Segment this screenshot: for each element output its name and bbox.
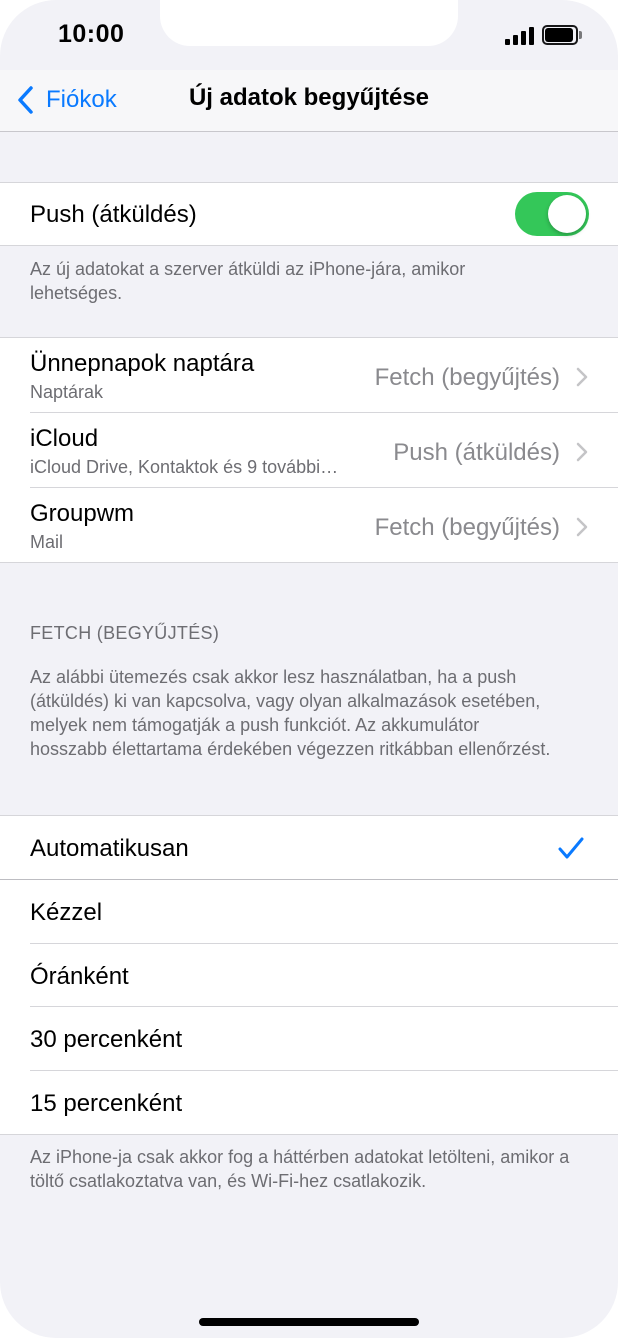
toggle-knob — [548, 195, 586, 233]
fetch-footer: Az iPhone-ja csak akkor fog a háttérben … — [30, 1147, 570, 1191]
option-label: Kézzel — [30, 899, 103, 926]
chevron-right-icon — [576, 442, 588, 462]
fetch-section-header: FETCH (BEGYŰJTÉS) — [30, 623, 220, 643]
account-row-holidays[interactable]: Ünnepnapok naptára Naptárak Fetch (begyű… — [0, 338, 618, 413]
account-subtitle: iCloud Drive, Kontaktok és 9 további… — [30, 457, 339, 477]
battery-icon — [542, 25, 582, 45]
signal-icon — [505, 27, 535, 45]
option-label: Óránként — [30, 963, 129, 990]
push-toggle[interactable] — [515, 192, 589, 236]
status-bar: 10:00 — [0, 0, 618, 70]
chevron-right-icon — [576, 367, 588, 387]
home-indicator[interactable] — [199, 1318, 419, 1326]
fetch-option-30min[interactable]: 30 percenként — [0, 1007, 618, 1071]
account-subtitle: Naptárak — [30, 382, 104, 402]
option-label: 30 percenként — [30, 1026, 183, 1053]
chevron-right-icon — [576, 517, 588, 537]
account-subtitle: Mail — [30, 532, 64, 552]
account-mode: Fetch (begyűjtés) — [374, 364, 560, 391]
account-title: iCloud — [30, 425, 99, 452]
fetch-options-group: Automatikusan Kézzel Óránként 30 percenk… — [0, 815, 618, 1135]
checkmark-icon — [558, 837, 584, 859]
accounts-group: Ünnepnapok naptára Naptárak Fetch (begyű… — [0, 337, 618, 563]
fetch-option-15min[interactable]: 15 percenként — [0, 1071, 618, 1134]
account-title: Ünnepnapok naptára — [30, 350, 255, 377]
account-mode: Push (átküldés) — [393, 439, 560, 466]
phone-screen: 10:00 Fiókok Új adatok begyűjtése Push (… — [0, 0, 618, 1338]
account-title: Groupwm — [30, 500, 135, 527]
account-row-icloud[interactable]: iCloud iCloud Drive, Kontaktok és 9 tová… — [0, 413, 618, 488]
account-mode: Fetch (begyűjtés) — [374, 514, 560, 541]
fetch-option-hourly[interactable]: Óránként — [0, 944, 618, 1007]
fetch-option-manual[interactable]: Kézzel — [0, 880, 618, 944]
notch — [160, 0, 458, 46]
account-row-groupwm[interactable]: Groupwm Mail Fetch (begyűjtés) — [0, 488, 618, 562]
push-group: Push (átküldés) — [0, 182, 618, 246]
push-cell: Push (átküldés) — [0, 183, 618, 245]
fetch-description: Az alábbi ütemezés csak akkor lesz haszn… — [30, 667, 551, 759]
navigation-bar: Fiókok Új adatok begyűjtése — [0, 70, 618, 132]
option-label: Automatikusan — [30, 835, 189, 862]
status-time: 10:00 — [58, 20, 125, 48]
option-label: 15 percenként — [30, 1090, 183, 1117]
page-title: Új adatok begyűjtése — [188, 84, 430, 111]
fetch-option-automatic[interactable]: Automatikusan — [0, 816, 618, 880]
push-label: Push (átküldés) — [30, 201, 197, 228]
push-footer: Az új adatokat a szerver átküldi az iPho… — [30, 259, 466, 303]
